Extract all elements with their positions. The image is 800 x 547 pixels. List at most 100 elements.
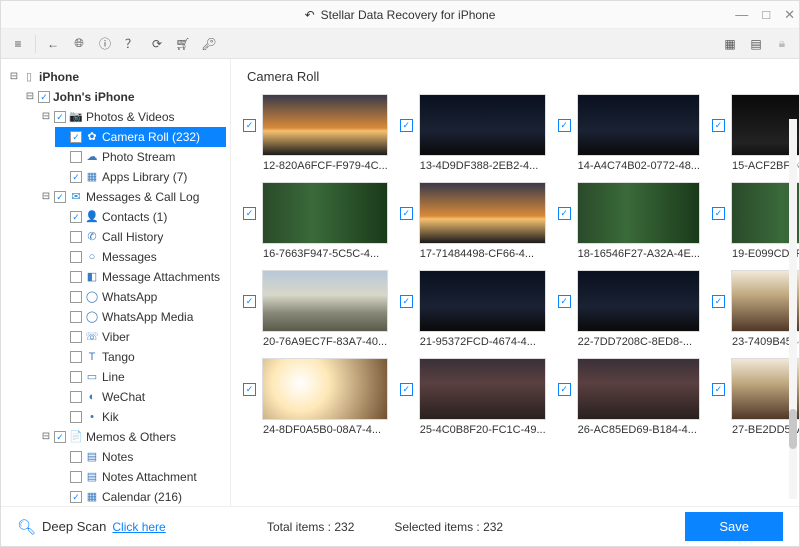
tree-item[interactable]: ▦Apps Library (7) <box>55 167 226 187</box>
thumb-checkbox[interactable] <box>400 295 413 308</box>
thumb-checkbox[interactable] <box>712 383 725 396</box>
thumbnail[interactable]: 24-8DF0A5B0-08A7-4... <box>243 358 388 436</box>
cart-button[interactable]: 🛒︎ <box>172 33 194 55</box>
tree-group[interactable]: ⊟📄Memos & Others <box>39 427 226 447</box>
tree-device[interactable]: ⊟John's iPhone <box>23 87 226 107</box>
thumb-image[interactable] <box>262 270 388 332</box>
scrollbar-thumb[interactable] <box>789 409 797 449</box>
tree-item[interactable]: ▤Notes <box>55 447 226 467</box>
tree-item[interactable]: TTango <box>55 347 226 367</box>
thumb-checkbox[interactable] <box>712 207 725 220</box>
checkbox[interactable] <box>70 231 82 243</box>
thumbnail[interactable]: 26-AC85ED69-B184-4... <box>558 358 700 436</box>
tree-item[interactable]: ☏Viber <box>55 327 226 347</box>
tree-item[interactable]: ▦Calendar (216) <box>55 487 226 506</box>
thumb-image[interactable] <box>577 270 700 332</box>
thumbnail[interactable]: 19-E099CD6F-08FB-44... <box>712 182 799 260</box>
thumbnail[interactable]: 12-820A6FCF-F979-4C... <box>243 94 388 172</box>
checkbox[interactable] <box>70 291 82 303</box>
tree-item[interactable]: ◯WhatsApp <box>55 287 226 307</box>
thumb-image[interactable] <box>419 182 546 244</box>
thumbnail[interactable]: 18-16546F27-A32A-4E... <box>558 182 700 260</box>
thumb-image[interactable] <box>262 358 388 420</box>
close-button[interactable]: ✕ <box>784 7 795 23</box>
checkbox[interactable] <box>38 91 50 103</box>
tree-item[interactable]: ▭Line <box>55 367 226 387</box>
checkbox[interactable] <box>70 371 82 383</box>
checkbox[interactable] <box>70 331 82 343</box>
tree-item[interactable]: ▤Notes Attachment <box>55 467 226 487</box>
back-button[interactable]: ← <box>42 33 64 55</box>
thumb-image[interactable] <box>262 182 388 244</box>
refresh-button[interactable]: ⟳ <box>146 33 168 55</box>
thumb-checkbox[interactable] <box>400 119 413 132</box>
thumb-checkbox[interactable] <box>243 119 256 132</box>
checkbox[interactable] <box>70 171 82 183</box>
help-button[interactable]: ？ <box>120 33 142 55</box>
tree-item[interactable]: ✿Camera Roll (232) <box>55 127 226 147</box>
thumb-checkbox[interactable] <box>400 383 413 396</box>
thumbnail[interactable]: 14-A4C74B02-0772-48... <box>558 94 700 172</box>
toggle-icon[interactable]: ⊟ <box>41 428 51 446</box>
checkbox[interactable] <box>70 211 82 223</box>
checkbox[interactable] <box>70 311 82 323</box>
thumb-checkbox[interactable] <box>243 295 256 308</box>
thumb-image[interactable] <box>419 358 546 420</box>
thumb-checkbox[interactable] <box>558 207 571 220</box>
tree-group[interactable]: ⊟📷Photos & Videos <box>39 107 226 127</box>
menu-button[interactable]: ≡ <box>7 33 29 55</box>
toggle-icon[interactable]: ⊟ <box>41 188 51 206</box>
thumb-checkbox[interactable] <box>400 207 413 220</box>
thumb-checkbox[interactable] <box>712 119 725 132</box>
tree-item[interactable]: •Kik <box>55 407 226 427</box>
tree-item[interactable]: ☁Photo Stream <box>55 147 226 167</box>
tree-item[interactable]: ◧Message Attachments <box>55 267 226 287</box>
thumb-image[interactable] <box>262 94 388 156</box>
thumb-image[interactable] <box>419 94 546 156</box>
thumbnail[interactable]: 27-BE2DD51A-0956-4... <box>712 358 799 436</box>
checkbox[interactable] <box>70 271 82 283</box>
thumb-checkbox[interactable] <box>558 119 571 132</box>
thumbnail[interactable]: 20-76A9EC7F-83A7-40... <box>243 270 388 348</box>
checkbox[interactable] <box>54 191 66 203</box>
thumbnail[interactable]: 16-7663F947-5C5C-4... <box>243 182 388 260</box>
checkbox[interactable] <box>70 411 82 423</box>
thumbnail[interactable]: 23-7409B454-4916-4A... <box>712 270 799 348</box>
checkbox[interactable] <box>70 471 82 483</box>
globe-button[interactable]: 🌐︎ <box>68 33 90 55</box>
thumb-checkbox[interactable] <box>558 295 571 308</box>
toggle-icon[interactable]: ⊟ <box>9 68 19 86</box>
minimize-button[interactable]: — <box>735 7 748 23</box>
checkbox[interactable] <box>70 131 82 143</box>
thumb-checkbox[interactable] <box>558 383 571 396</box>
thumbnail[interactable]: 15-ACF2BFD8-F4F2-49... <box>712 94 799 172</box>
thumb-checkbox[interactable] <box>712 295 725 308</box>
checkbox[interactable] <box>70 151 82 163</box>
grid-view-button[interactable]: ▦ <box>719 33 741 55</box>
tree-item[interactable]: ○Messages <box>55 247 226 267</box>
thumbnail[interactable]: 21-95372FCD-4674-4... <box>400 270 546 348</box>
thumb-image[interactable] <box>577 358 700 420</box>
thumb-checkbox[interactable] <box>243 383 256 396</box>
tree-group[interactable]: ⊟✉Messages & Call Log <box>39 187 226 207</box>
thumbnail[interactable]: 25-4C0B8F20-FC1C-49... <box>400 358 546 436</box>
toggle-icon[interactable]: ⊟ <box>41 108 51 126</box>
save-button[interactable]: Save <box>685 512 783 541</box>
list-view-button[interactable]: ▤ <box>745 33 767 55</box>
tree-item[interactable]: ✆Call History <box>55 227 226 247</box>
lock-icon[interactable]: 🔒︎ <box>771 33 793 55</box>
thumbnail[interactable]: 17-71484498-CF66-4... <box>400 182 546 260</box>
deep-scan-link[interactable]: Click here <box>112 520 165 534</box>
checkbox[interactable] <box>70 351 82 363</box>
thumbnail[interactable]: 22-7DD7208C-8ED8-... <box>558 270 700 348</box>
toggle-icon[interactable]: ⊟ <box>25 88 35 106</box>
checkbox[interactable] <box>70 451 82 463</box>
checkbox[interactable] <box>70 251 82 263</box>
info-button[interactable]: ⓘ <box>94 33 116 55</box>
key-button[interactable]: 🔑︎ <box>198 33 220 55</box>
checkbox[interactable] <box>70 391 82 403</box>
thumb-checkbox[interactable] <box>243 207 256 220</box>
thumb-image[interactable] <box>577 182 700 244</box>
tree-item[interactable]: 👤Contacts (1) <box>55 207 226 227</box>
checkbox[interactable] <box>70 491 82 503</box>
